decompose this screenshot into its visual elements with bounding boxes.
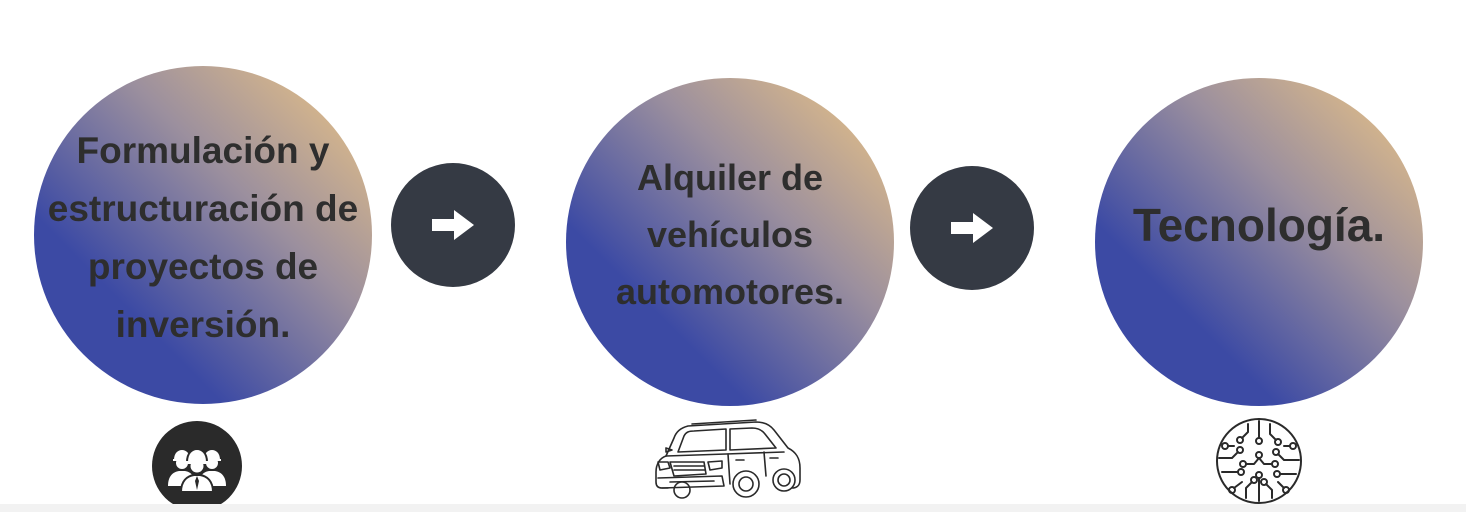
car-icon [655,419,801,499]
team-workers-icon [152,421,242,511]
step-circle-alquiler: Alquiler de vehículos automotores. [566,78,894,406]
bottom-band [0,504,1466,512]
arrow-right-icon [432,210,474,240]
step-circle-formulacion: Formulación y estructuración de proyecto… [34,66,372,404]
step-label-formulacion: Formulación y estructuración de proyecto… [47,130,359,345]
circuit-brain-icon [1216,418,1302,504]
arrow-right-icon [951,213,993,243]
step-label-alquiler: Alquiler de vehículos automotores. [615,156,845,312]
step-circle-tecnologia: Tecnología. [1095,78,1423,406]
step-label-tecnologia: Tecnología. [1132,199,1386,251]
arrow-connector-2 [910,166,1034,290]
arrow-connector-1 [391,163,515,287]
